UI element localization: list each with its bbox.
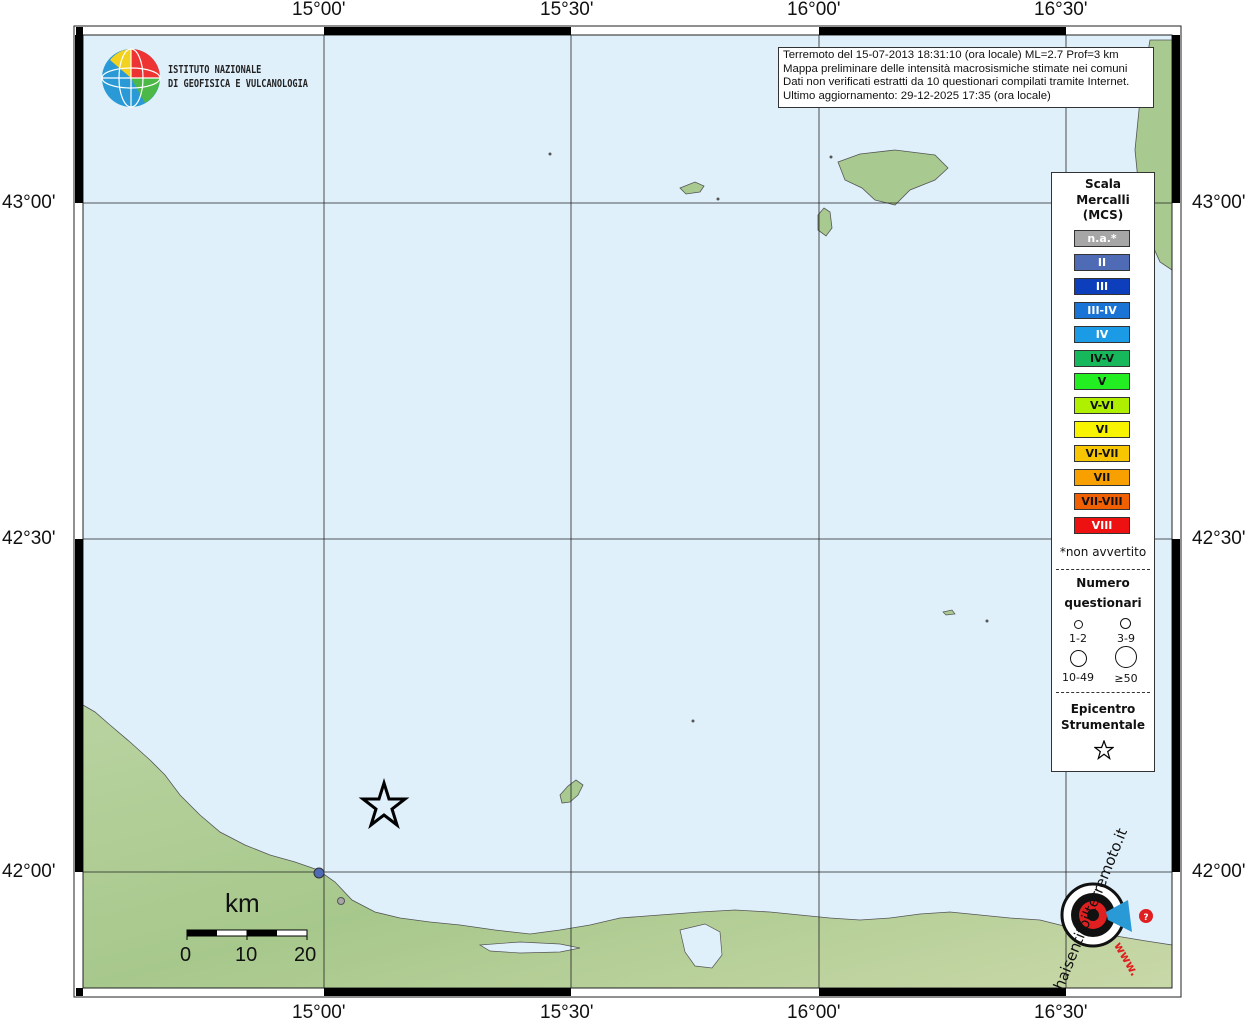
ingv-logo-line2: DI GEOFISICA E VULCANOLOGIA xyxy=(168,78,308,90)
count-circle-50-icon xyxy=(1115,646,1137,668)
scale-label-0: 0 xyxy=(180,944,192,966)
scale-unit: km xyxy=(225,888,260,918)
sea-area xyxy=(83,35,1172,988)
islet xyxy=(829,155,833,159)
epicenter-title-line2: Strumentale xyxy=(1060,718,1146,732)
islet xyxy=(548,152,552,156)
legend-title-line2: Mercalli xyxy=(1076,192,1130,207)
lat-right-42-00: 42°00' xyxy=(1192,861,1246,882)
epicenter-title: Epicentro Strumentale xyxy=(1052,701,1154,733)
ingv-logo-text: ISTITUTO NAZIONALE DI GEOFISICA E VULCAN… xyxy=(168,63,308,91)
lon-top-16-30: 16°30' xyxy=(1034,0,1088,20)
mcs-swatch-n-a: n.a.* xyxy=(1074,230,1130,247)
mcs-swatch-ii: II xyxy=(1074,253,1130,271)
lon-bottom-15-30: 15°30' xyxy=(540,1002,594,1023)
legend-title-line3: (MCS) xyxy=(1082,208,1124,222)
mcs-swatch-vii-viii: VII-VIII xyxy=(1074,492,1130,510)
legend-separator xyxy=(1056,569,1150,570)
mcs-swatch-iii: III xyxy=(1074,277,1130,295)
count-circle-10-49-icon xyxy=(1070,650,1087,667)
intensity-point-na[interactable] xyxy=(337,897,345,905)
mcs-swatch-vi: VI xyxy=(1074,421,1130,439)
scale-label-20: 20 xyxy=(294,944,317,966)
mcs-swatch-v: V xyxy=(1074,373,1130,391)
lon-top-15-30: 15°30' xyxy=(540,0,594,20)
mcs-swatch-vi-vii: VI-VII xyxy=(1074,445,1130,463)
lon-top-16-00: 16°00' xyxy=(787,0,841,20)
legend-title-line1: Scala xyxy=(1084,177,1122,191)
islet xyxy=(985,619,989,623)
event-info-line3: Dati non verificati estratti da 10 quest… xyxy=(783,76,1130,88)
lat-left-42-00: 42°00' xyxy=(2,861,56,882)
ingv-logo-line1: ISTITUTO NAZIONALE xyxy=(168,64,262,76)
count-circle-1-2-icon xyxy=(1074,620,1083,629)
lat-right-42-30: 42°30' xyxy=(1192,528,1246,549)
islet xyxy=(716,197,720,201)
count-label-1-2: 1-2 xyxy=(1069,632,1087,645)
ingv-globe-icon xyxy=(101,48,161,108)
legend-note: *non avvertito xyxy=(1059,545,1147,559)
mcs-swatch-iv-v: IV-V xyxy=(1074,349,1130,367)
legend-star-icon xyxy=(1094,740,1114,760)
lon-bottom-16-30: 16°30' xyxy=(1034,1002,1088,1023)
lon-top-15-00: 15°00' xyxy=(292,0,346,20)
legend-separator xyxy=(1056,692,1150,693)
lat-right-43-00: 43°00' xyxy=(1192,192,1246,213)
count-label-50: ≥50 xyxy=(1114,672,1138,685)
event-info-line4: Ultimo aggiornamento: 29-12-2025 17:35 (… xyxy=(783,89,1051,102)
mcs-swatch-vii: VII xyxy=(1074,469,1130,486)
count-title: Numero questionari xyxy=(1052,575,1154,611)
lon-bottom-16-00: 16°00' xyxy=(787,1002,841,1023)
legend-title: Scala Mercalli (MCS) xyxy=(1052,177,1154,224)
mcs-swatch-viii: VIII xyxy=(1074,516,1130,534)
epicenter-title-line1: Epicentro xyxy=(1070,702,1136,716)
count-label-10-49: 10-49 xyxy=(1062,671,1094,684)
lon-bottom-15-00: 15°00' xyxy=(292,1002,346,1023)
intensity-point-ii[interactable] xyxy=(313,867,325,879)
svg-text:?: ? xyxy=(1143,913,1148,923)
scale-label-10: 10 xyxy=(235,944,258,966)
lat-left-43-00: 43°00' xyxy=(2,192,56,213)
count-title-line2: questionari xyxy=(1064,596,1142,610)
count-circle-3-9-icon xyxy=(1120,618,1131,629)
mcs-swatch-iv: IV xyxy=(1074,325,1130,343)
lat-left-42-30: 42°30' xyxy=(2,528,56,549)
mcs-swatch-v-vi: V-VI xyxy=(1074,397,1130,415)
count-label-3-9: 3-9 xyxy=(1117,632,1135,645)
count-title-line1: Numero xyxy=(1076,576,1130,590)
legend-panel: Scala Mercalli (MCS) n.a.* II III III-IV IV I… xyxy=(1051,172,1155,772)
islet xyxy=(691,719,695,723)
mcs-swatch-iii-iv: III-IV xyxy=(1074,301,1130,319)
event-info-box: Terremoto del 15-07-2013 18:31:10 (ora l… xyxy=(778,47,1154,108)
event-info-line1: Terremoto del 15-07-2013 18:31:10 (ora l… xyxy=(783,49,1119,61)
event-info-line2: Mappa preliminare delle intensità macros… xyxy=(783,62,1128,75)
